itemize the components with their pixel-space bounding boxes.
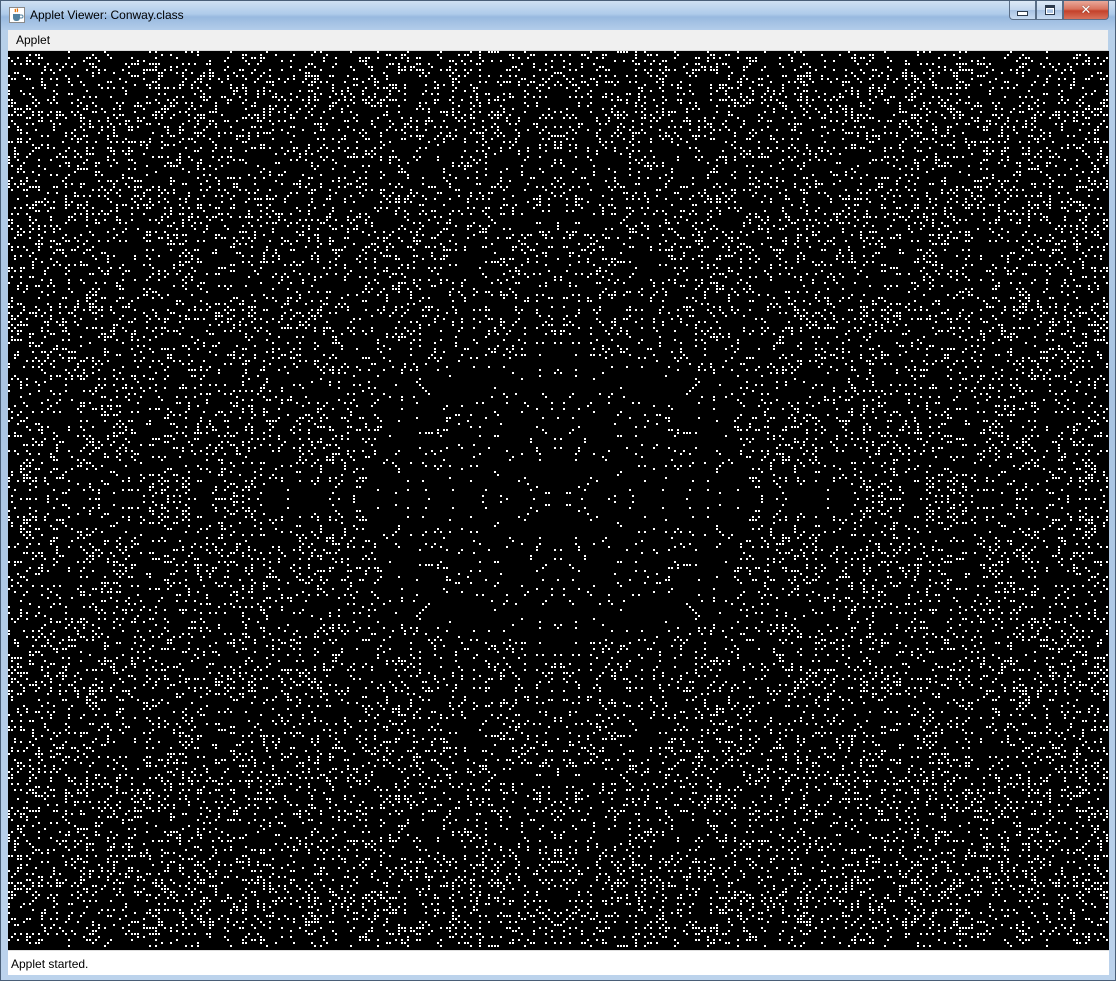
maximize-icon — [1044, 5, 1055, 15]
applet-viewer-window: Applet Viewer: Conway.class ✕ Applet App… — [0, 0, 1116, 981]
minimize-button[interactable] — [1009, 1, 1036, 20]
java-cup-icon[interactable] — [9, 7, 25, 23]
life-grid[interactable] — [8, 51, 1109, 950]
status-text: Applet started. — [11, 957, 89, 971]
caption-buttons: ✕ — [1009, 1, 1109, 20]
close-icon: ✕ — [1080, 2, 1092, 18]
title-bar[interactable]: Applet Viewer: Conway.class ✕ — [1, 1, 1115, 30]
menu-bar: Applet — [8, 30, 1108, 51]
minimize-icon — [1017, 10, 1028, 16]
status-bar: Applet started. — [8, 950, 1109, 975]
maximize-button[interactable] — [1036, 1, 1063, 20]
close-button[interactable]: ✕ — [1063, 1, 1109, 20]
window-title: Applet Viewer: Conway.class — [30, 8, 184, 22]
menu-applet[interactable]: Applet — [16, 33, 50, 47]
life-canvas[interactable] — [8, 51, 1109, 950]
